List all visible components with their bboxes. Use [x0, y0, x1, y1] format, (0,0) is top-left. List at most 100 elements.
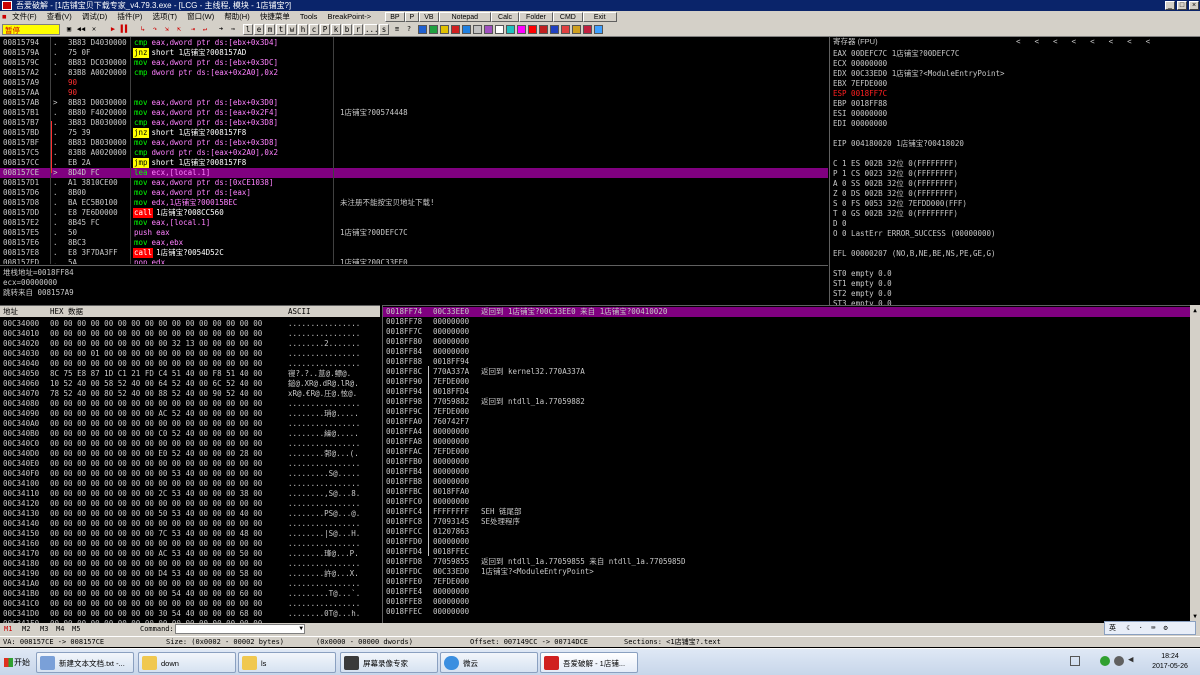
dump-row[interactable]: 00C340E0 00 00 00 00 00 00 00 00 00 00 00…	[0, 459, 380, 469]
register-row[interactable]: EDI 00000000	[833, 119, 887, 129]
disasm-row[interactable]: 008157CE >8D4D FC lea ecx,[local.1]	[0, 168, 828, 178]
dump-row[interactable]: 00C340B0 00 00 00 00 00 00 00 00 C0 52 40…	[0, 429, 380, 439]
stack-row[interactable]: 0018FFC0 00000000	[383, 497, 1191, 507]
plugin-purple-icon[interactable]	[484, 25, 493, 34]
view-windows-button[interactable]: w	[287, 24, 297, 35]
dump-row[interactable]: 00C34010 00 00 00 00 00 00 00 00 00 00 00…	[0, 329, 380, 339]
execute-till-return-icon[interactable]: ⇥	[188, 25, 198, 34]
chevron-left-icon[interactable]: <	[1146, 37, 1151, 46]
goto-icon[interactable]: ➜	[216, 25, 226, 34]
menu-debug[interactable]: 调试(D)	[78, 11, 111, 23]
ime-language[interactable]: 英	[1109, 624, 1116, 632]
tab-m2[interactable]: M2	[22, 623, 30, 636]
plugin-white-icon[interactable]	[495, 25, 504, 34]
quick-vb-button[interactable]: VB	[419, 12, 439, 22]
dump-row[interactable]: 00C34190 00 00 00 00 00 00 00 00 D4 53 40…	[0, 569, 380, 579]
tab-m4[interactable]: M4	[56, 623, 64, 636]
disasm-row[interactable]: 008157C5. 83B8 A0020000 cmp dword ptr ds:[e…	[0, 148, 828, 158]
view-callstack-button[interactable]: k	[331, 24, 341, 35]
task-down-folder[interactable]: down	[138, 652, 236, 673]
quick-exit-button[interactable]: Exit	[582, 12, 617, 22]
plugin-chinese-icon[interactable]	[561, 25, 570, 34]
dump-row[interactable]: 00C34070 78 52 40 00 80 52 40 00 88 52 40…	[0, 389, 380, 399]
stack-scrollbar[interactable]: ▲ ▼	[1190, 305, 1200, 623]
rewind-icon[interactable]: ◀◀	[76, 25, 86, 34]
network-icon[interactable]	[1100, 656, 1110, 666]
ime-dot-icon[interactable]: ·	[1139, 624, 1143, 632]
stack-row[interactable]: 0018FFA0 760742F7	[383, 417, 1191, 427]
register-row[interactable]: S 0 FS 0053 32位 7EFDD000(FFF)	[833, 199, 967, 209]
chevron-left-icon[interactable]: <	[1109, 37, 1114, 46]
stack-row[interactable]: 0018FF94 0018FFD4	[383, 387, 1191, 397]
dump-row[interactable]: 00C34140 00 00 00 00 00 00 00 00 00 00 00…	[0, 519, 380, 529]
menu-file[interactable]: 文件(F)	[8, 11, 41, 23]
return-icon[interactable]: ↵	[200, 25, 210, 34]
chevron-left-icon[interactable]: <	[1090, 37, 1095, 46]
stack-row[interactable]: 0018FFE0 7EFDE000	[383, 577, 1191, 587]
plugin-cyan-icon[interactable]	[506, 25, 515, 34]
quick-p-button[interactable]: P	[404, 12, 420, 22]
plugin-azure-icon[interactable]	[462, 25, 471, 34]
dump-row[interactable]: 00C341A0 00 00 00 00 00 00 00 00 00 00 00…	[0, 579, 380, 589]
stack-row[interactable]: 0018FF74 00C33EE0 返回到 1店铺宝?00C33EE0 来自 1店铺…	[383, 307, 1191, 317]
task-ls-folder[interactable]: ls	[238, 652, 336, 673]
register-row[interactable]: C 1 ES 002B 32位 0(FFFFFFFF)	[833, 159, 958, 169]
register-row[interactable]: Z 0 DS 002B 32位 0(FFFFFFFF)	[833, 189, 958, 199]
plugin-yellow-icon[interactable]	[440, 25, 449, 34]
view-log-button[interactable]: l	[243, 24, 253, 35]
disasm-row[interactable]: 008157ED. 5A pop edx 1店铺宝?00C33EE0	[0, 258, 828, 264]
dump-row[interactable]: 00C341D0 00 00 00 00 00 00 00 00 30 54 40…	[0, 609, 380, 619]
dump-row[interactable]: 00C340D0 00 00 00 00 00 00 00 00 E0 52 40…	[0, 449, 380, 459]
stack-row[interactable]: 0018FFA8 00000000	[383, 437, 1191, 447]
tab-m1[interactable]: M1	[4, 623, 12, 636]
register-row[interactable]: EDX 00C33ED0 1店铺宝?<ModuleEntryPoint>	[833, 69, 1005, 79]
view-modules-button[interactable]: e	[254, 24, 264, 35]
arrow-icon[interactable]: ⇒	[228, 25, 238, 34]
dump-row[interactable]: 00C340C0 00 00 00 00 00 00 00 00 00 00 00…	[0, 439, 380, 449]
stack-row[interactable]: 0018FFD8 77059855 返回到 ntdll_1a.77059855 来自…	[383, 557, 1191, 567]
dump-row[interactable]: 00C341C0 00 00 00 00 00 00 00 00 00 00 00…	[0, 599, 380, 609]
disasm-row[interactable]: 008157D1. A1 3810CE00 mov eax,dword ptr ds:…	[0, 178, 828, 188]
stack-row[interactable]: 0018FFB8 00000000	[383, 477, 1191, 487]
plugin-sky-icon[interactable]	[594, 25, 603, 34]
ime-moon-icon[interactable]: ☾	[1126, 624, 1130, 632]
plugin-x-icon[interactable]	[539, 25, 548, 34]
pause-icon[interactable]: ▌▌	[120, 25, 130, 34]
dump-row[interactable]: 00C34020 00 00 00 00 00 00 00 00 00 32 13…	[0, 339, 380, 349]
command-input[interactable]: ▼	[175, 624, 305, 634]
dump-col-address[interactable]: 地址	[3, 306, 18, 317]
disasm-row[interactable]: 008157BF. 8B83 D8030000 mov eax,dword ptr d…	[0, 138, 828, 148]
disasm-row[interactable]: 0081579C. 8B83 DC030000 mov eax,dword ptr d…	[0, 58, 828, 68]
dump-row[interactable]: 00C34130 00 00 00 00 00 00 00 00 50 53 40…	[0, 509, 380, 519]
plugin-blue-icon[interactable]	[418, 25, 427, 34]
open-icon[interactable]: ▣	[64, 25, 74, 34]
view-patches-button[interactable]: P	[320, 24, 330, 35]
dump-row[interactable]: 00C34180 00 00 00 00 00 00 00 00 00 00 00…	[0, 559, 380, 569]
disassembly-pane[interactable]: 00815794. 3B83 D4030000 cmp eax,dword ptr d…	[0, 37, 828, 264]
dump-row[interactable]: 00C34110 00 00 00 00 00 00 00 00 2C 53 40…	[0, 489, 380, 499]
dump-row[interactable]: 00C341B0 00 00 00 00 00 00 00 00 00 54 40…	[0, 589, 380, 599]
register-row[interactable]: P 1 CS 0023 32位 0(FFFFFFFF)	[833, 169, 958, 179]
quick-bp-button[interactable]: BP	[385, 12, 405, 22]
dump-row[interactable]: 00C340F0 00 00 00 00 00 00 00 00 00 53 40…	[0, 469, 380, 479]
view-breakpoints-button[interactable]: b	[342, 24, 352, 35]
view-threads-button[interactable]: t	[276, 24, 286, 35]
chevron-left-icon[interactable]: <	[1035, 37, 1040, 46]
register-row[interactable]: ECX 00000000	[833, 59, 887, 69]
registers-pane[interactable]: 寄存器 (FPU) < < < < < < < < EAX 00DEFC7C 1店铺宝?00DE…	[829, 37, 1200, 318]
task-52pojie[interactable]: 吾爱破解 - 1店铺...	[540, 652, 638, 673]
stack-row[interactable]: 0018FFEC 00000000	[383, 607, 1191, 617]
dump-row[interactable]: 00C34160 00 00 00 00 00 00 00 00 00 00 00…	[0, 539, 380, 549]
dump-row[interactable]: 00C34120 00 00 00 00 00 00 00 00 00 00 00…	[0, 499, 380, 509]
stack-row[interactable]: 0018FFC8 77093145 SE处理程序	[383, 517, 1191, 527]
disasm-row[interactable]: 00815794. 3B83 D4030000 cmp eax,dword ptr d…	[0, 38, 828, 48]
volume-icon[interactable]: ◀	[1128, 655, 1133, 665]
dump-row[interactable]: 00C340A0 00 00 00 00 00 00 00 00 00 00 00…	[0, 419, 380, 429]
menu-options[interactable]: 选项(T)	[148, 11, 181, 23]
close-button[interactable]: ×	[1189, 1, 1199, 10]
dump-row[interactable]: 00C34090 00 00 00 00 00 00 00 00 AC 52 40…	[0, 409, 380, 419]
maximize-button[interactable]: □	[1177, 1, 1187, 10]
scroll-down-icon[interactable]: ▼	[1191, 613, 1199, 621]
disasm-row[interactable]: 008157D8. BA EC5B0100 mov edx,1店铺宝?00015BEC…	[0, 198, 828, 208]
stack-row[interactable]: 0018FFDC 00C33ED0 1店铺宝?<ModuleEntryPoint>	[383, 567, 1191, 577]
